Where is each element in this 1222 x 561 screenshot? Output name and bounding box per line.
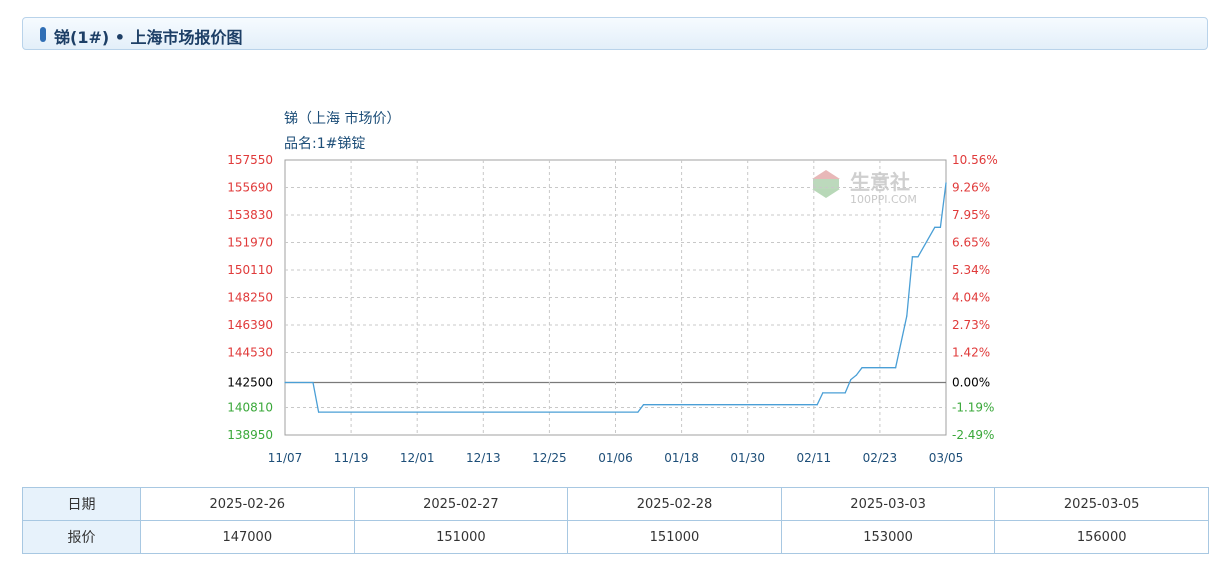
x-tick-label: 01/18 — [664, 451, 699, 465]
data-point — [939, 226, 942, 228]
y-tick-label-left: 138950 — [227, 428, 273, 442]
data-point — [917, 256, 919, 258]
y-tick-label-left: 148250 — [227, 291, 273, 305]
chart-area: 生意社 100PPI.COM 157550 10.56% 155690 9.26% 1538… — [0, 100, 1222, 475]
y-tick-label-left: 153830 — [227, 208, 273, 222]
table-row-dates: 日期 2025-02-26 2025-02-27 2025-02-28 2025… — [22, 487, 1209, 521]
data-point — [855, 374, 858, 376]
data-point — [822, 392, 824, 394]
y-tick-label-right: 1.42% — [952, 346, 990, 360]
data-point — [637, 411, 639, 413]
y-tick-label-right: 7.95% — [952, 208, 990, 222]
date-cell: 2025-02-27 — [353, 487, 569, 521]
y-tick-label-right: -1.19% — [952, 401, 994, 415]
page-title: 锑(1#) • 上海市场报价图 — [54, 28, 243, 47]
data-point — [318, 411, 320, 413]
data-point — [850, 379, 852, 381]
x-tick-label: 01/06 — [598, 451, 633, 465]
x-tick-label: 12/25 — [532, 451, 567, 465]
row-header-price: 报价 — [22, 520, 141, 554]
y-tick-label-right: 5.34% — [952, 263, 990, 277]
title-mark-icon — [40, 27, 46, 42]
watermark-site: 100PPI.COM — [850, 193, 917, 206]
data-point — [312, 381, 314, 384]
y-tick-label-left: 140810 — [227, 401, 273, 415]
y-tick-label-left: 146390 — [227, 318, 273, 332]
price-cell: 153000 — [780, 520, 996, 554]
chart-title: 锑（上海 市场价） — [284, 111, 401, 127]
x-tick-label: 12/01 — [400, 451, 435, 465]
data-point — [844, 392, 846, 394]
y-tick-label-right: 4.04% — [952, 291, 990, 305]
data-point — [934, 226, 936, 228]
x-tick-label: 11/07 — [268, 451, 303, 465]
x-tick-label: 02/23 — [863, 451, 898, 465]
y-tick-label-right: -2.49% — [952, 428, 994, 442]
price-cell: 151000 — [567, 520, 782, 554]
data-point — [816, 404, 818, 406]
date-cell: 2025-03-03 — [780, 487, 996, 521]
price-cell: 156000 — [994, 520, 1209, 554]
y-tick-label-left: 144530 — [227, 346, 273, 360]
x-tick-label: 03/05 — [929, 451, 964, 465]
price-cell: 151000 — [353, 520, 569, 554]
row-header-date: 日期 — [22, 487, 141, 521]
data-point — [911, 256, 914, 258]
y-tick-label-right: 2.73% — [952, 318, 990, 332]
x-tick-label: 12/13 — [466, 451, 501, 465]
y-tick-label-right: 10.56% — [952, 153, 998, 167]
data-point — [284, 381, 286, 384]
y-tick-label-right: 0.00% — [952, 376, 990, 390]
table-row-prices: 报价 147000 151000 151000 153000 156000 — [22, 520, 1209, 554]
date-cell: 2025-02-28 — [567, 487, 782, 521]
title-bar: 锑(1#) • 上海市场报价图 — [22, 17, 1208, 50]
data-point — [861, 367, 863, 369]
date-cell: 2025-02-26 — [140, 487, 355, 521]
x-tick-label: 02/11 — [797, 451, 832, 465]
y-tick-label-left: 142500 — [227, 376, 273, 390]
y-tick-label-left: 157550 — [227, 153, 273, 167]
x-tick-label: 01/30 — [730, 451, 765, 465]
price-cell: 147000 — [140, 520, 355, 554]
data-point — [945, 182, 947, 184]
x-tick-label: 11/19 — [334, 451, 369, 465]
data-point — [642, 404, 645, 406]
data-point — [906, 315, 908, 317]
date-cell: 2025-03-05 — [994, 487, 1209, 521]
y-tick-label-left: 151970 — [227, 236, 273, 250]
chart-subtitle: 品名:1#锑锭 — [284, 136, 366, 152]
price-chart: 生意社100PPI.COM157550 10.56%155690 9.26%1538… — [227, 153, 998, 465]
y-tick-label-right: 9.26% — [952, 181, 990, 195]
y-tick-label-left: 150110 — [227, 263, 273, 277]
price-table: 日期 2025-02-26 2025-02-27 2025-02-28 2025… — [22, 487, 1209, 554]
y-tick-label-left: 155690 — [227, 181, 273, 195]
y-tick-label-right: 6.65% — [952, 236, 990, 250]
data-point — [895, 367, 897, 369]
